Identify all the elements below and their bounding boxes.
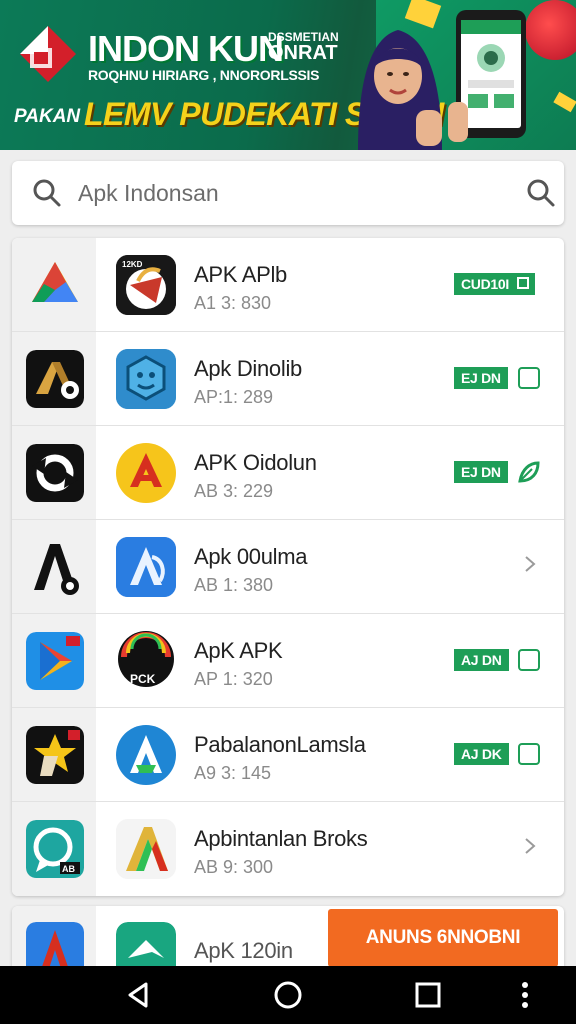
banner-title: INDON KUN xyxy=(88,28,284,69)
list-item[interactable]: 12KD APK APlb A1 3: 830 CUD10I xyxy=(12,238,564,332)
banner-subtitle: ROQHNU HIRIARG , NNORORLSSIS xyxy=(88,67,320,83)
search-icon[interactable] xyxy=(32,178,62,208)
status-badge[interactable]: AJ DK xyxy=(454,743,509,765)
install-cta-button[interactable]: ANUNS 6NNOBNI xyxy=(328,909,558,967)
letter-a-icon[interactable] xyxy=(26,538,84,596)
drive-icon[interactable] xyxy=(26,256,84,314)
list-item[interactable]: Apk Dinolib AP:1: 289 EJ DN xyxy=(12,332,564,426)
app-name: APK Oidolun xyxy=(194,450,317,475)
select-checkbox[interactable] xyxy=(518,367,540,389)
app-icon[interactable]: 12KD xyxy=(116,255,176,315)
app-list: 12KD APK APlb A1 3: 830 CUD10I Apk Dinol… xyxy=(12,238,564,896)
list-item[interactable]: Apk 00ulma AB 1: 380 xyxy=(12,520,564,614)
promo-banner[interactable]: INDON KUN DSSMETIAN ONRAT ROQHNU HIRIARG… xyxy=(0,0,576,150)
app-icon[interactable] xyxy=(116,725,176,785)
banner-left-text: PAKAN xyxy=(14,106,81,127)
app-a-icon[interactable] xyxy=(26,350,84,408)
leaf-icon[interactable] xyxy=(516,459,542,485)
status-badge[interactable]: CUD10I xyxy=(454,273,535,295)
app-icon-label: PCK xyxy=(130,672,156,686)
app-name: Apbintanlan Broks xyxy=(194,826,368,851)
app-meta: A1 3: 830 xyxy=(194,293,272,313)
play-store-icon[interactable] xyxy=(26,632,84,690)
search-input[interactable] xyxy=(78,175,498,211)
list-item[interactable]: APK Oidolun AB 3: 229 EJ DN xyxy=(12,426,564,520)
chat-bubble-icon[interactable]: AB xyxy=(26,820,84,878)
home-icon[interactable] xyxy=(273,980,303,1010)
app-icon-label: 12KD xyxy=(122,260,143,269)
side-icon-label: AB xyxy=(62,864,75,874)
app-meta: AB 3: 229 xyxy=(194,481,274,501)
chevron-right-icon[interactable] xyxy=(522,836,538,856)
select-checkbox[interactable] xyxy=(518,743,540,765)
checkbox-icon xyxy=(517,277,529,289)
app-icon[interactable] xyxy=(116,819,176,879)
more-vert-icon[interactable] xyxy=(510,980,540,1010)
status-badge[interactable]: EJ DN xyxy=(454,461,508,483)
phone-illustration xyxy=(448,10,526,142)
app-meta: AP:1: 289 xyxy=(194,387,274,407)
system-navigation-bar xyxy=(0,966,576,1024)
app-meta: AP 1: 320 xyxy=(194,669,273,689)
app-name: APK APlb xyxy=(194,262,287,287)
status-badge[interactable]: AJ DN xyxy=(454,649,509,671)
select-checkbox[interactable] xyxy=(518,649,540,671)
app-name: Apk 00ulma xyxy=(194,544,308,569)
woman-illustration xyxy=(358,30,442,150)
app-icon[interactable] xyxy=(116,349,176,409)
list-item[interactable]: AB Apbintanlan Broks AB 9: 300 xyxy=(12,802,564,896)
sync-app-icon[interactable] xyxy=(26,444,84,502)
banner-title-small: DSSMETIAN ONRAT xyxy=(268,30,339,64)
app-name: ApK 120in xyxy=(194,938,293,963)
chevron-right-icon[interactable] xyxy=(522,554,538,574)
list-item[interactable]: PabalanonLamsla A9 3: 145 AJ DK xyxy=(12,708,564,802)
app-icon[interactable]: PCK xyxy=(116,631,176,691)
app-name: PabalanonLamsla xyxy=(194,732,366,757)
app-meta: AB 9: 300 xyxy=(194,857,274,877)
list-item[interactable]: PCK ApK APK AP 1: 320 AJ DN xyxy=(12,614,564,708)
search-submit-icon[interactable] xyxy=(526,178,556,208)
back-icon[interactable] xyxy=(124,980,154,1010)
app-icon[interactable] xyxy=(116,443,176,503)
recents-icon[interactable] xyxy=(413,980,443,1010)
app-meta: A9 3: 145 xyxy=(194,763,272,783)
flag-logo-icon xyxy=(20,26,76,82)
app-name: ApK APK xyxy=(194,638,283,663)
app-meta: AB 1: 380 xyxy=(194,575,274,595)
search-bar[interactable] xyxy=(12,161,564,225)
app-icon[interactable] xyxy=(116,537,176,597)
star-app-icon[interactable] xyxy=(26,726,84,784)
status-badge[interactable]: EJ DN xyxy=(454,367,508,389)
app-name: Apk Dinolib xyxy=(194,356,302,381)
